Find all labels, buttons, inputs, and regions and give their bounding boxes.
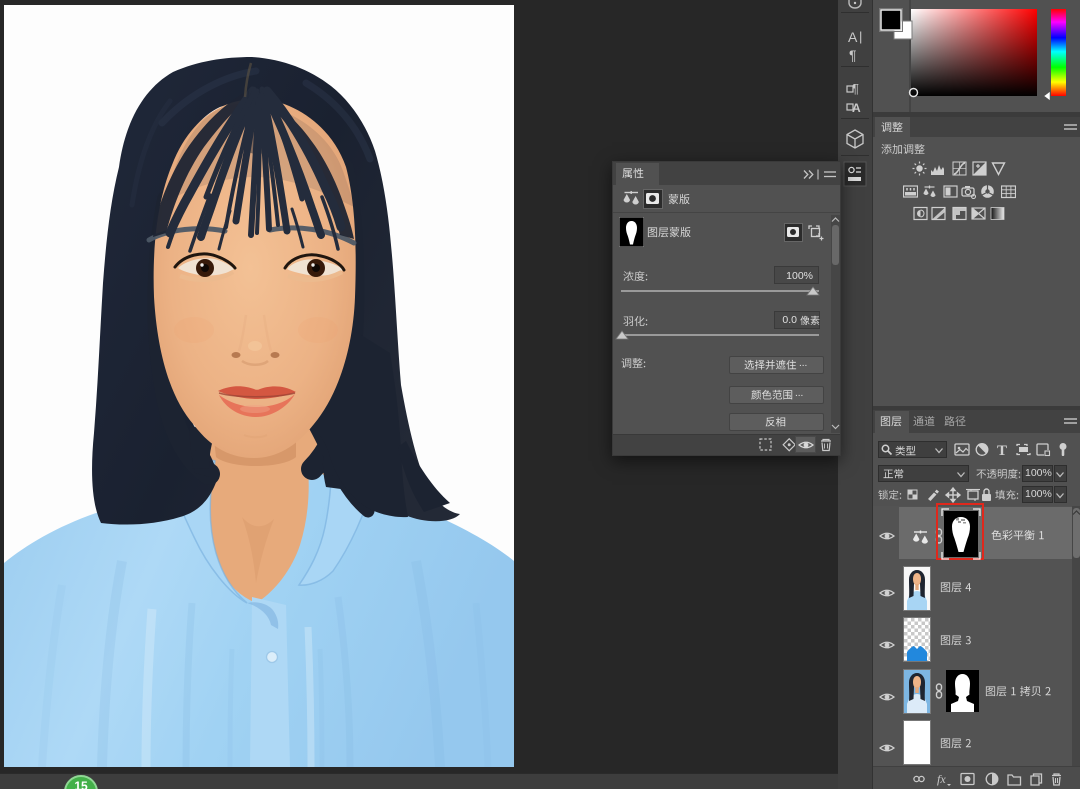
svg-text:T: T [997,443,1007,459]
svg-text:|: | [859,29,862,44]
svg-text:A: A [848,29,858,45]
svg-text:¶: ¶ [849,47,857,63]
svg-text:fx: fx [937,772,946,786]
